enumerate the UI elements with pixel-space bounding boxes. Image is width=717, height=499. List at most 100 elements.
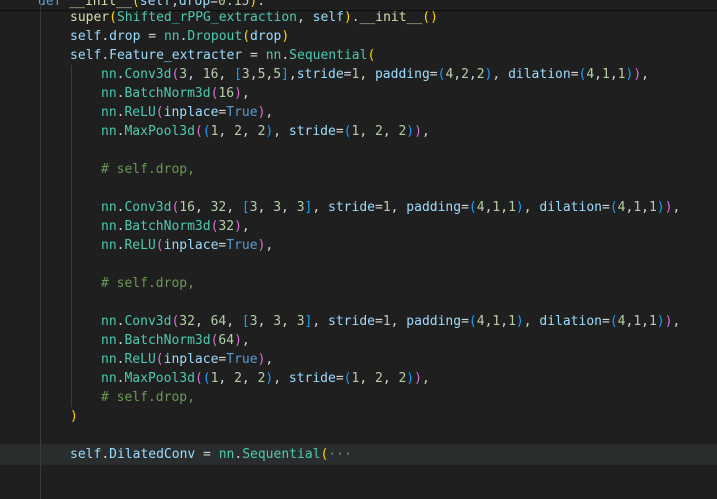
code-token: 3 bbox=[249, 314, 258, 329]
code-token: , bbox=[226, 314, 242, 329]
code-token: ) bbox=[406, 124, 415, 139]
code-token: # self.drop, bbox=[101, 390, 195, 405]
code-token: ) bbox=[515, 314, 524, 329]
code-token: , bbox=[382, 371, 399, 386]
code-token: padding bbox=[406, 314, 462, 329]
code-line-relu2[interactable]: nn.ReLU(inplace=True), bbox=[0, 236, 717, 255]
code-token: nn bbox=[101, 352, 117, 367]
code-token: , bbox=[641, 314, 649, 329]
code-token: stride bbox=[296, 67, 344, 82]
code-token: , bbox=[218, 67, 235, 82]
code-line-bn3[interactable]: nn.BatchNorm3d(64), bbox=[0, 331, 717, 350]
code-token: , bbox=[453, 67, 462, 82]
code-token: 5 bbox=[273, 67, 282, 82]
code-token: True bbox=[226, 352, 258, 367]
code-token: nn bbox=[101, 200, 117, 215]
code-token: ) bbox=[281, 29, 290, 44]
code-line-blank[interactable] bbox=[0, 179, 717, 198]
code-line-dilated-conv[interactable]: self.DilatedConv = nn.Sequential(··· bbox=[0, 444, 717, 465]
code-line-maxpool1[interactable]: nn.MaxPool3d((1, 2, 2), stride=(1, 2, 2)… bbox=[0, 122, 717, 141]
code-line-comment1[interactable]: # self.drop, bbox=[0, 160, 717, 179]
code-token: 3 bbox=[241, 67, 250, 82]
code-token: [ bbox=[241, 314, 250, 329]
code-line-comment2[interactable]: # self.drop, bbox=[0, 274, 717, 293]
code-token: = bbox=[374, 200, 383, 215]
indent-guide bbox=[40, 0, 41, 499]
code-token: , bbox=[187, 67, 203, 82]
code-token: , bbox=[241, 371, 258, 386]
code-token: , bbox=[265, 352, 274, 367]
code-line-comment3[interactable]: # self.drop, bbox=[0, 388, 717, 407]
code-token: , bbox=[194, 200, 211, 215]
code-token: 3 bbox=[249, 200, 258, 215]
code-token: , bbox=[218, 371, 235, 386]
code-token: 2 bbox=[461, 67, 469, 82]
code-token: ( bbox=[242, 29, 251, 44]
code-token: nn bbox=[101, 333, 117, 348]
code-token: padding bbox=[406, 200, 462, 215]
code-token: # self.drop, bbox=[101, 276, 195, 291]
code-token: dilation bbox=[539, 200, 602, 215]
code-token: ( bbox=[343, 371, 352, 386]
code-token: Dropout bbox=[187, 29, 243, 44]
code-token: ] bbox=[281, 67, 289, 82]
code-line-conv2[interactable]: nn.Conv3d(16, 32, [3, 3, 3], stride=1, p… bbox=[0, 198, 717, 217]
code-token: nn bbox=[101, 314, 117, 329]
code-token: 32 bbox=[210, 200, 227, 215]
code-token: = bbox=[140, 29, 164, 44]
code-token: . bbox=[101, 29, 110, 44]
code-token: . bbox=[281, 48, 290, 63]
code-line-maxpool3[interactable]: nn.MaxPool3d((1, 2, 2), stride=(1, 2, 2)… bbox=[0, 369, 717, 388]
folded-region-ellipsis[interactable]: ··· bbox=[328, 447, 351, 462]
code-token: , bbox=[390, 200, 407, 215]
code-line-conv3[interactable]: nn.Conv3d(32, 64, [3, 3, 3], stride=1, p… bbox=[0, 312, 717, 331]
code-line-close-paren[interactable]: ) bbox=[0, 407, 717, 426]
code-token: Feature_extracter bbox=[109, 48, 243, 63]
code-token: MaxPool3d bbox=[124, 371, 195, 386]
code-token: ( bbox=[109, 10, 117, 25]
code-token: ) bbox=[633, 67, 642, 82]
code-line-blank[interactable] bbox=[0, 426, 717, 445]
code-token: super bbox=[70, 10, 110, 25]
code-token: nn bbox=[101, 67, 117, 82]
code-line-blank[interactable] bbox=[0, 255, 717, 274]
code-line-bn1[interactable]: nn.BatchNorm3d(16), bbox=[0, 84, 717, 103]
code-token: 64 bbox=[218, 333, 235, 348]
code-token: 1 bbox=[382, 314, 391, 329]
code-token: nn bbox=[265, 48, 282, 63]
code-token: ReLU bbox=[124, 238, 156, 253]
code-line-conv1[interactable]: nn.Conv3d(3, 16, [3,5,5],stride=1, paddi… bbox=[0, 65, 717, 84]
code-line-relu3[interactable]: nn.ReLU(inplace=True), bbox=[0, 350, 717, 369]
code-token: ( bbox=[367, 48, 376, 63]
code-token: , bbox=[241, 333, 250, 348]
code-token: 1 bbox=[633, 314, 642, 329]
code-token: Conv3d bbox=[124, 67, 172, 82]
code-line-feature-extracter[interactable]: self.Feature_extracter = nn.Sequential( bbox=[0, 46, 717, 65]
code-token: 4 bbox=[476, 200, 485, 215]
code-token: nn bbox=[101, 124, 117, 139]
code-line-bn2[interactable]: nn.BatchNorm3d(32), bbox=[0, 217, 717, 236]
code-token: , bbox=[288, 67, 297, 82]
code-token: [ bbox=[234, 67, 242, 82]
code-token: Shifted_rPPG_extraction bbox=[116, 10, 297, 25]
code-token: , bbox=[523, 314, 540, 329]
code-token: , bbox=[421, 124, 430, 139]
code-token: , bbox=[359, 124, 375, 139]
code-line-relu1[interactable]: nn.ReLU(inplace=True), bbox=[0, 103, 717, 122]
code-token: , bbox=[609, 67, 618, 82]
code-token: ( bbox=[155, 238, 164, 253]
code-token: True bbox=[226, 238, 258, 253]
code-token: , bbox=[523, 200, 540, 215]
code-token: , bbox=[421, 371, 430, 386]
code-token: drop bbox=[250, 29, 282, 44]
code-token: , bbox=[594, 67, 602, 82]
code-line-blank[interactable] bbox=[0, 293, 717, 312]
code-token: ( bbox=[422, 10, 431, 25]
code-line-drop[interactable]: self.drop = nn.Dropout(drop) bbox=[0, 27, 717, 46]
code-token: stride bbox=[288, 124, 336, 139]
code-token: self bbox=[70, 48, 102, 63]
code-token: ReLU bbox=[124, 352, 156, 367]
code-token: ) bbox=[515, 200, 524, 215]
code-token: self bbox=[70, 29, 102, 44]
code-line-blank[interactable] bbox=[0, 141, 717, 160]
